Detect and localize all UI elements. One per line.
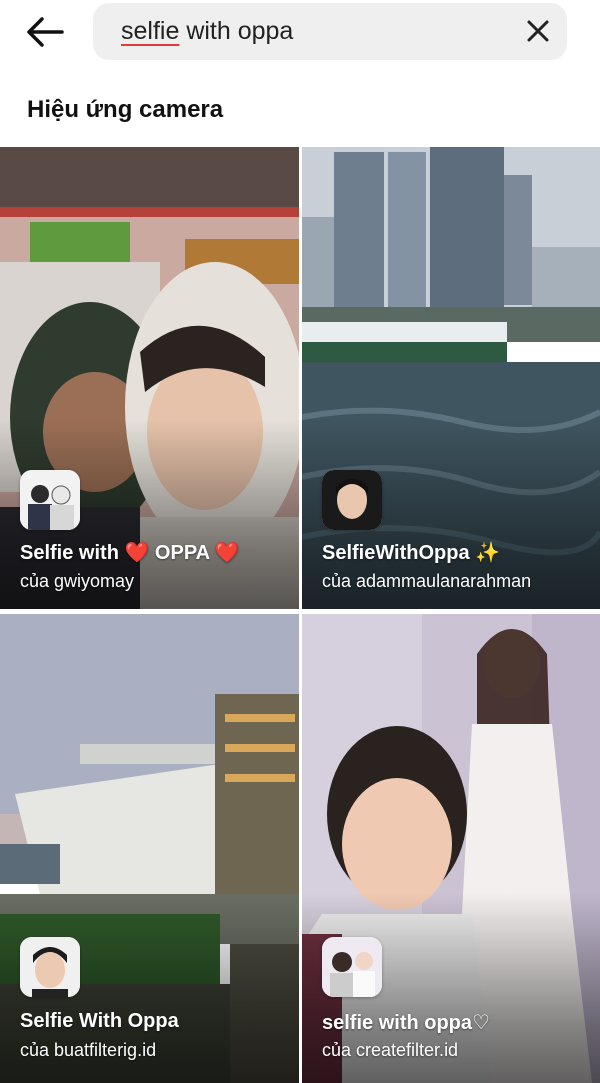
effect-author: của gwiyomay bbox=[20, 571, 135, 591]
search-query-rest: with oppa bbox=[179, 17, 294, 45]
creator-thumbnail bbox=[322, 937, 382, 997]
creator-thumbnail bbox=[20, 470, 80, 530]
creator-avatar-icon bbox=[322, 470, 382, 530]
close-icon bbox=[527, 20, 549, 42]
effect-title: SelfieWithOppa ✨ bbox=[322, 542, 501, 564]
creator-thumbnail bbox=[20, 937, 80, 997]
search-query[interactable]: selfie with oppa bbox=[121, 17, 293, 46]
back-arrow-icon bbox=[27, 17, 64, 47]
effect-author: của adammaulanarahman bbox=[322, 571, 532, 591]
effect-card-3[interactable]: Selfie With Oppa của buatfilterig.id bbox=[0, 614, 299, 1083]
effect-title: Selfie With Oppa bbox=[20, 1010, 179, 1032]
top-bar: selfie with oppa bbox=[0, 0, 600, 74]
back-button[interactable] bbox=[22, 12, 70, 52]
effect-author: của buatfilterig.id bbox=[20, 1040, 157, 1060]
creator-avatar-icon bbox=[20, 470, 80, 530]
effect-author: của createfilter.id bbox=[322, 1040, 459, 1060]
search-input[interactable]: selfie with oppa bbox=[93, 3, 567, 60]
creator-thumbnail bbox=[322, 470, 382, 530]
effect-card-2[interactable]: SelfieWithOppa ✨ của adammaulanarahman bbox=[302, 147, 600, 609]
effect-title: selfie with oppa♡ bbox=[322, 1012, 490, 1034]
clear-search-button[interactable] bbox=[525, 18, 551, 44]
effect-card-1[interactable]: Selfie with ❤️ OPPA ❤️ của gwiyomay bbox=[0, 147, 299, 609]
effect-card-4[interactable]: selfie with oppa♡ của createfilter.id bbox=[302, 614, 600, 1083]
section-title: Hiệu ứng camera bbox=[27, 96, 224, 123]
effect-title: Selfie with ❤️ OPPA ❤️ bbox=[20, 542, 240, 564]
search-query-misspelled: selfie bbox=[121, 17, 180, 45]
creator-avatar-icon bbox=[20, 937, 80, 997]
creator-avatar-icon bbox=[322, 937, 382, 997]
